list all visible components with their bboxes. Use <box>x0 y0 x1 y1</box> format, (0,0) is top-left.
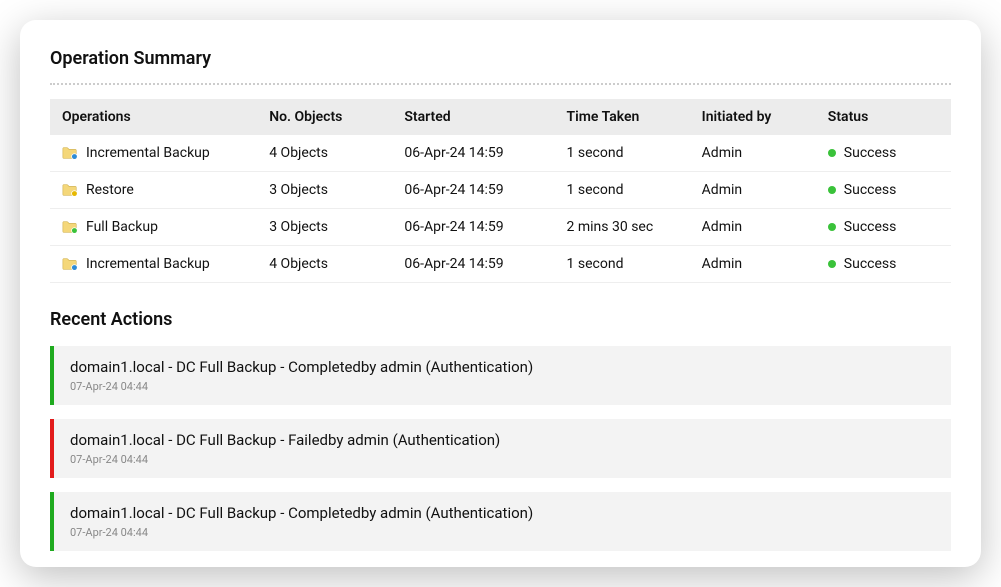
initiated-by-cell: Admin <box>690 246 816 283</box>
table-row[interactable]: Incremental Backup 4 Objects 06-Apr-24 1… <box>50 246 951 283</box>
table-row[interactable]: Full Backup 3 Objects 06-Apr-24 14:59 2 … <box>50 209 951 246</box>
started-cell: 06-Apr-24 14:59 <box>392 209 554 246</box>
time-taken-cell: 2 mins 30 sec <box>555 209 690 246</box>
initiated-by-cell: Admin <box>690 209 816 246</box>
started-cell: 06-Apr-24 14:59 <box>392 172 554 209</box>
operation-name: Full Backup <box>86 219 158 235</box>
started-cell: 06-Apr-24 14:59 <box>392 246 554 283</box>
table-header-row: Operations No. Objects Started Time Take… <box>50 99 951 135</box>
col-time-taken: Time Taken <box>555 99 690 135</box>
table-row[interactable]: Restore 3 Objects 06-Apr-24 14:59 1 seco… <box>50 172 951 209</box>
status-dot-icon <box>828 186 836 194</box>
started-cell: 06-Apr-24 14:59 <box>392 135 554 172</box>
incremental-backup-icon <box>62 257 78 271</box>
recent-action-item[interactable]: domain1.local - DC Full Backup - Complet… <box>50 346 951 405</box>
objects-cell: 4 Objects <box>257 246 392 283</box>
objects-cell: 3 Objects <box>257 209 392 246</box>
recent-action-item[interactable]: domain1.local - DC Full Backup - Failedb… <box>50 419 951 478</box>
time-taken-cell: 1 second <box>555 172 690 209</box>
status-dot-icon <box>828 149 836 157</box>
col-started: Started <box>392 99 554 135</box>
operation-summary-title: Operation Summary <box>50 48 951 69</box>
objects-cell: 4 Objects <box>257 135 392 172</box>
col-operations: Operations <box>50 99 257 135</box>
objects-cell: 3 Objects <box>257 172 392 209</box>
status-dot-icon <box>828 223 836 231</box>
summary-card: Operation Summary Operations No. Objects… <box>20 20 981 567</box>
full-backup-icon <box>62 220 78 234</box>
initiated-by-cell: Admin <box>690 172 816 209</box>
incremental-backup-icon <box>62 146 78 160</box>
initiated-by-cell: Admin <box>690 135 816 172</box>
status-text: Success <box>844 182 897 198</box>
col-status: Status <box>816 99 951 135</box>
status-dot-icon <box>828 260 836 268</box>
recent-actions-title: Recent Actions <box>50 309 951 330</box>
operation-name: Incremental Backup <box>86 145 210 161</box>
col-no-objects: No. Objects <box>257 99 392 135</box>
action-timestamp: 07-Apr-24 04:44 <box>70 380 935 393</box>
recent-actions-list: domain1.local - DC Full Backup - Complet… <box>50 346 951 551</box>
recent-action-item[interactable]: domain1.local - DC Full Backup - Complet… <box>50 492 951 551</box>
action-timestamp: 07-Apr-24 04:44 <box>70 453 935 466</box>
time-taken-cell: 1 second <box>555 246 690 283</box>
divider <box>50 83 951 85</box>
status-text: Success <box>844 256 897 272</box>
action-text: domain1.local - DC Full Backup - Failedb… <box>70 431 935 449</box>
action-text: domain1.local - DC Full Backup - Complet… <box>70 504 935 522</box>
action-text: domain1.local - DC Full Backup - Complet… <box>70 358 935 376</box>
status-text: Success <box>844 145 897 161</box>
time-taken-cell: 1 second <box>555 135 690 172</box>
status-text: Success <box>844 219 897 235</box>
operations-table: Operations No. Objects Started Time Take… <box>50 99 951 283</box>
restore-backup-icon <box>62 183 78 197</box>
operation-name: Restore <box>86 182 134 198</box>
col-initiated: Initiated by <box>690 99 816 135</box>
table-row[interactable]: Incremental Backup 4 Objects 06-Apr-24 1… <box>50 135 951 172</box>
operation-name: Incremental Backup <box>86 256 210 272</box>
action-timestamp: 07-Apr-24 04:44 <box>70 526 935 539</box>
